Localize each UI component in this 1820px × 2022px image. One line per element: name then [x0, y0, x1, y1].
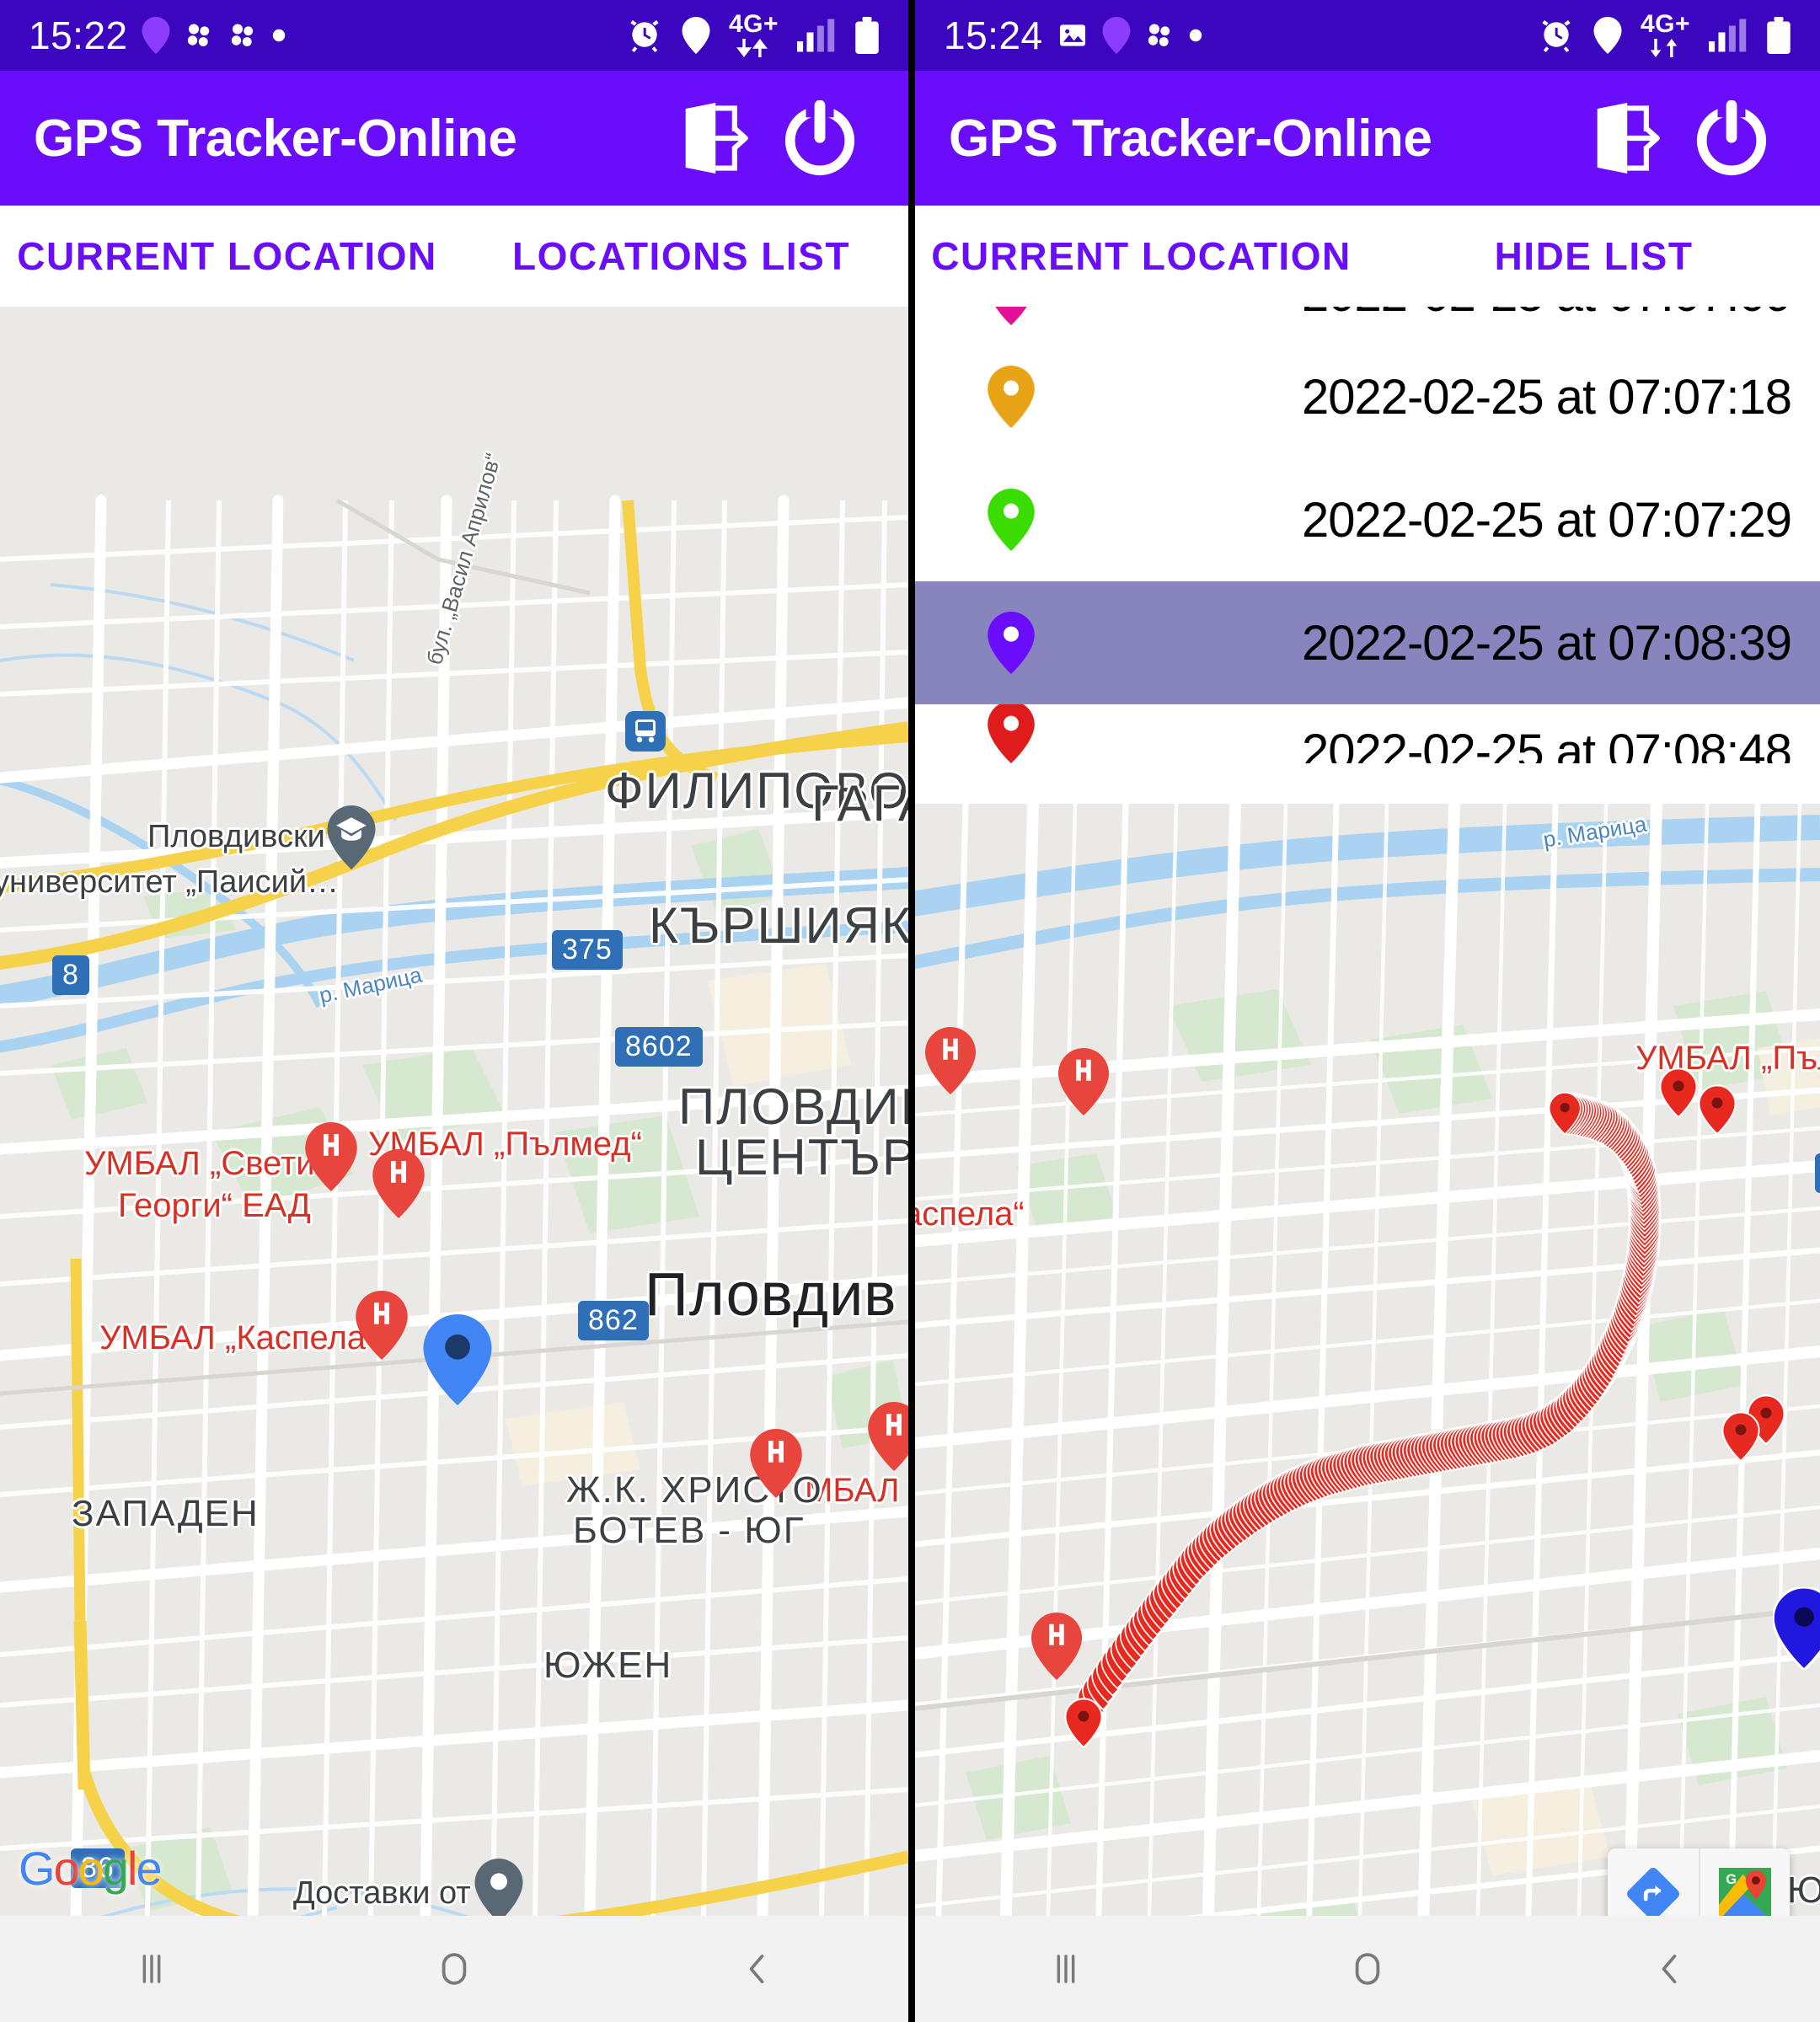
marker-pin-icon — [944, 366, 1079, 428]
marker-pin-icon — [944, 704, 1079, 763]
flower-icon — [184, 20, 214, 51]
location-timestamp: 2022-02-25 at 07:07:29 — [1301, 492, 1792, 548]
map-label: Пловдив — [645, 1261, 897, 1329]
power-icon[interactable] — [782, 100, 858, 176]
dot-icon — [1188, 28, 1203, 43]
map-label: УМБАЛ „Каспела“ — [99, 1319, 377, 1356]
marker-pin-icon — [944, 307, 1079, 325]
list-item[interactable]: 2022-02-25 at 07:07:29 — [915, 458, 1820, 581]
list-item[interactable]: 2022-02-25 at 07:07:09 — [915, 307, 1820, 335]
marker-pin-icon — [944, 489, 1079, 551]
route-shield: 862 — [578, 1301, 649, 1340]
university-pin-icon — [327, 805, 376, 874]
left-app-bar: GPS Tracker-Online — [0, 71, 908, 206]
map-label: ЦЕНТЪР — [695, 1129, 908, 1185]
back-button[interactable] — [1518, 1947, 1820, 1991]
recents-button[interactable] — [0, 1947, 302, 1991]
network-4gplus-icon: 4G+ — [1641, 12, 1690, 59]
location-pin-icon — [682, 17, 710, 54]
alarm-icon — [626, 17, 663, 54]
signal-bars-icon — [1709, 19, 1748, 52]
left-phone-screen: 15:22 4G+ GPS Tracker-Online CURRENT LOC… — [0, 0, 908, 2022]
svg-text:G: G — [1726, 1871, 1737, 1887]
locations-list[interactable]: 2022-02-25 at 07:07:09 2022-02-25 at 07:… — [915, 307, 1820, 804]
hospital-pin-icon — [750, 1429, 802, 1502]
left-android-nav-bar — [0, 1916, 908, 2022]
map-label: БОТЕВ - ЮГ — [573, 1510, 806, 1551]
map-label: Пловдивски — [147, 819, 325, 854]
recents-button[interactable] — [915, 1947, 1217, 1991]
logout-icon[interactable] — [677, 99, 748, 177]
battery-icon — [1766, 17, 1791, 54]
right-status-bar: 15:24 4G+ — [915, 0, 1820, 71]
flower-icon — [1144, 20, 1175, 51]
network-label: 4G+ — [1640, 10, 1690, 38]
map-label: ЗАПАДЕН — [72, 1493, 260, 1534]
battery-icon — [854, 17, 880, 54]
location-timestamp: 2022-02-25 at 07:08:48 — [1301, 724, 1792, 764]
location-pin-icon — [142, 17, 170, 54]
status-clock: 15:24 — [944, 13, 1043, 57]
left-status-bar: 15:22 4G+ — [0, 0, 908, 71]
current-location-pin[interactable] — [1771, 1586, 1820, 1674]
map-label: Георги“ ЕАД — [118, 1187, 311, 1224]
right-phone-screen: 15:24 4G+ GPS Tracker-Online CURRENT LOC… — [915, 0, 1820, 2022]
location-timestamp: 2022-02-25 at 07:07:09 — [1079, 307, 1792, 323]
network-label: 4G+ — [728, 10, 779, 38]
tab-hide-list[interactable]: HIDE LIST — [1368, 233, 1820, 279]
right-tab-bar: CURRENT LOCATION HIDE LIST — [915, 206, 1820, 307]
map-label: УМБАЛ „Свети — [84, 1145, 315, 1182]
place-pin-icon — [474, 1859, 523, 1916]
alarm-icon — [1538, 17, 1575, 54]
map-label: Доставки от — [293, 1875, 471, 1911]
hospital-pin-icon — [868, 1402, 908, 1475]
flower-icon — [228, 20, 258, 51]
left-tab-bar: CURRENT LOCATION LOCATIONS LIST — [0, 206, 908, 307]
signal-bars-icon — [797, 19, 836, 52]
right-android-nav-bar — [915, 1916, 1820, 2022]
route-shield: 375 — [552, 930, 623, 970]
location-timestamp: 2022-02-25 at 07:07:18 — [1301, 369, 1792, 425]
right-app-bar: GPS Tracker-Online — [915, 71, 1820, 206]
list-item[interactable]: 2022-02-25 at 07:07:18 — [915, 335, 1820, 458]
route-shield: 8 — [52, 955, 89, 995]
left-map-view[interactable]: бул. „Васил Априлов“ ФИЛИПОВО ГАГАРИ КЪР… — [0, 307, 908, 1916]
tracked-locations-overlay — [1064, 1067, 1785, 1748]
list-item-selected[interactable]: 2022-02-25 at 07:08:39 — [915, 581, 1820, 704]
status-clock: 15:22 — [29, 13, 128, 57]
tab-current-location[interactable]: CURRENT LOCATION — [915, 233, 1368, 279]
map-label: университет „Паисий… — [0, 864, 340, 900]
marker-pin-icon — [944, 612, 1079, 674]
back-button[interactable] — [606, 1947, 908, 1991]
hospital-pin-icon — [372, 1149, 425, 1222]
dual-screenshot: 15:22 4G+ GPS Tracker-Online CURRENT LOC… — [0, 0, 1820, 2022]
map-label: ЮЖЕН — [543, 1645, 673, 1686]
logout-icon[interactable] — [1589, 99, 1660, 177]
screen-divider — [908, 0, 915, 2022]
app-title: GPS Tracker-Online — [34, 109, 517, 168]
map-label: ГАГАРИ — [811, 775, 908, 832]
route-shield: 8602 — [615, 1027, 703, 1067]
dot-icon — [271, 28, 286, 43]
home-button[interactable] — [1217, 1946, 1518, 1992]
location-pin-icon — [1102, 17, 1131, 54]
tab-locations-list[interactable]: LOCATIONS LIST — [454, 233, 908, 279]
map-label: ПЛОВДИВ — [678, 1078, 908, 1135]
home-button[interactable] — [302, 1946, 605, 1992]
app-title: GPS Tracker-Online — [949, 109, 1432, 168]
network-4gplus-icon: 4G+ — [729, 12, 779, 59]
location-pin-icon — [1593, 17, 1622, 54]
map-label: КЪРШИЯКА — [649, 897, 908, 954]
image-icon — [1057, 19, 1089, 51]
hospital-pin-icon — [305, 1122, 357, 1196]
current-location-pin[interactable] — [423, 1314, 492, 1410]
power-icon[interactable] — [1694, 100, 1769, 176]
tab-current-location[interactable]: CURRENT LOCATION — [0, 233, 454, 279]
list-item[interactable]: 2022-02-25 at 07:08:48 — [915, 704, 1820, 763]
hospital-pin-icon — [356, 1291, 408, 1364]
google-watermark: Google — [19, 1842, 163, 1895]
transit-station-icon — [625, 711, 666, 756]
location-timestamp: 2022-02-25 at 07:08:39 — [1301, 615, 1792, 671]
right-map-view[interactable]: р. Марица ПЛОВДИВ ЦЕНТЪР ОВДИВ УМБАЛ „Пъ… — [915, 804, 1820, 2017]
